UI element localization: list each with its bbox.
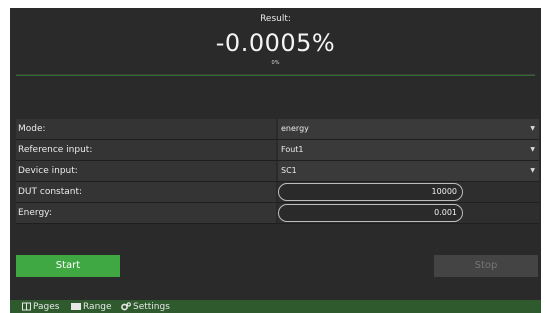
app-window: Result: -0.0005% 0% Mode: energy ▼ Refer… <box>10 8 541 313</box>
reference-input-row: Reference input: Fout1 ▼ <box>16 140 539 161</box>
device-input-label: Device input: <box>16 161 276 181</box>
tab-pages[interactable]: Pages <box>22 300 59 313</box>
progress-bar <box>16 75 535 76</box>
mode-select[interactable]: energy ▼ <box>278 119 539 139</box>
tab-settings-label: Settings <box>133 301 170 312</box>
stop-button[interactable]: Stop <box>434 255 538 277</box>
mode-select-value: energy <box>281 124 309 133</box>
dut-constant-label: DUT constant: <box>16 182 276 202</box>
dut-constant-row: DUT constant: 10000 <box>16 182 539 203</box>
chevron-down-icon: ▼ <box>530 167 535 174</box>
reference-input-value: Fout1 <box>281 145 304 154</box>
range-icon <box>71 303 81 310</box>
device-input-row: Device input: SC1 ▼ <box>16 161 539 182</box>
chevron-down-icon: ▼ <box>530 146 535 153</box>
device-input-value: SC1 <box>281 166 297 175</box>
mode-row: Mode: energy ▼ <box>16 119 539 140</box>
pages-icon <box>22 302 31 311</box>
mode-label: Mode: <box>16 119 276 139</box>
result-label: Result: <box>260 14 291 24</box>
tab-range[interactable]: Range <box>71 300 112 313</box>
tab-range-label: Range <box>83 301 112 312</box>
gears-icon <box>121 302 131 311</box>
device-input-select[interactable]: SC1 ▼ <box>278 161 539 181</box>
energy-input[interactable]: 0.001 <box>278 204 463 222</box>
chevron-down-icon: ▼ <box>530 125 535 132</box>
result-value: -0.0005% <box>215 29 336 57</box>
dut-constant-input[interactable]: 10000 <box>278 183 463 201</box>
reference-input-select[interactable]: Fout1 ▼ <box>278 140 539 160</box>
tab-pages-label: Pages <box>33 301 60 312</box>
start-button[interactable]: Start <box>16 255 120 277</box>
progress-text: 0% <box>271 60 280 66</box>
energy-row: Energy: 0.001 <box>16 203 539 224</box>
bottom-nav-bar: Pages Range Settings <box>10 300 541 313</box>
tab-settings[interactable]: Settings <box>121 300 170 313</box>
energy-label: Energy: <box>16 203 276 223</box>
reference-input-label: Reference input: <box>16 140 276 160</box>
